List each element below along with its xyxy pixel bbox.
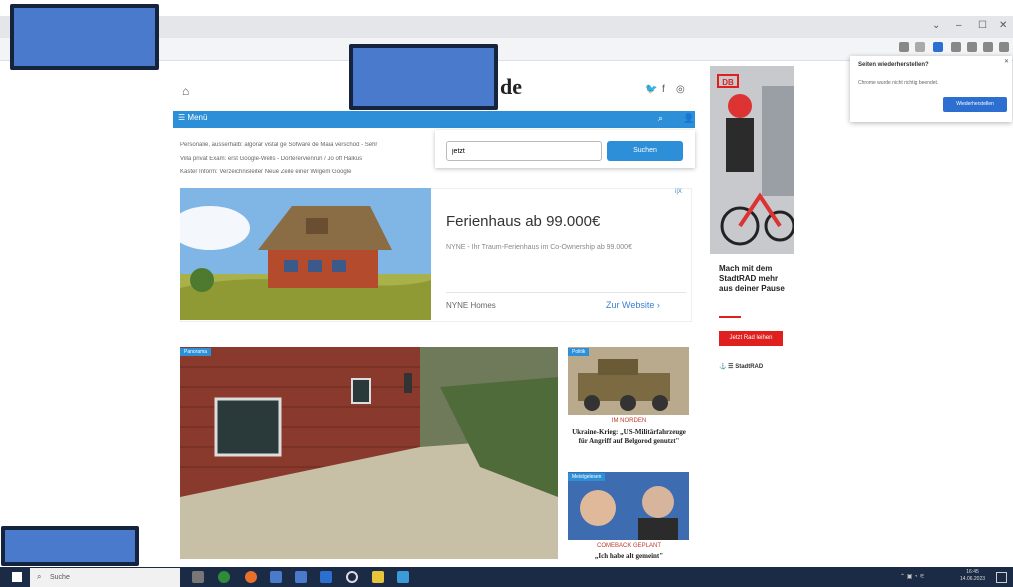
sidebar-ad-title: Mach mit dem StadtRAD mehr aus deiner Pa… xyxy=(719,264,785,293)
sidebar-ad-footer: ⚓ ☰ StadtRAD xyxy=(719,364,764,370)
share-icon[interactable] xyxy=(899,42,909,52)
maximize-icon[interactable]: ☐ xyxy=(978,20,987,31)
side-article-2-image[interactable] xyxy=(568,472,689,540)
ticker-item[interactable]: Villa privat Exam: erst Google-Wells - D… xyxy=(180,156,430,162)
redacted-taskbar-area xyxy=(1,526,139,566)
sidebar-ad-button[interactable]: Jetzt Rad leihen xyxy=(719,331,783,346)
side-article-1-tag: Politik xyxy=(568,348,590,356)
taskbar-search[interactable]: Suche xyxy=(30,568,180,587)
ad-choices-icon[interactable]: i|X xyxy=(675,189,682,195)
main-article-tag: Panorama xyxy=(180,348,212,356)
search-button[interactable]: Suchen xyxy=(607,141,683,161)
ad-website-link[interactable]: Zur Website › xyxy=(606,300,660,310)
popup-close-icon[interactable]: ✕ xyxy=(1004,58,1009,65)
twitter-icon[interactable]: 🐦 xyxy=(645,84,657,95)
notifications-icon[interactable] xyxy=(996,572,1007,583)
redacted-site-logo xyxy=(349,44,498,110)
sidebar-ad-image[interactable] xyxy=(710,66,794,254)
taskbar-search-icon: ⌕ xyxy=(37,572,42,581)
ad-brand: NYNE Homes xyxy=(446,301,496,310)
ad-image-house[interactable] xyxy=(180,188,431,320)
db-logo: DB xyxy=(717,74,739,88)
restore-pages-icon[interactable] xyxy=(933,42,943,52)
taskbar-clock[interactable]: 16:45 14.06.2023 xyxy=(960,569,985,583)
nav-menu-label: Menü xyxy=(187,113,208,122)
close-window-icon[interactable]: ✕ xyxy=(999,20,1007,31)
chrome-icon[interactable] xyxy=(218,571,230,583)
system-tray-icons[interactable]: ⌃ ▣ ◔ ⚟ xyxy=(900,573,925,580)
taskbar-search-placeholder: Suche xyxy=(50,574,70,581)
main-article-image[interactable] xyxy=(180,347,558,559)
ticker-item[interactable]: Kaster Inform: Verzeichnisleiter Neue Ze… xyxy=(180,169,430,175)
redacted-tab-title xyxy=(10,4,159,70)
app-icon-1[interactable] xyxy=(270,571,282,583)
popup-body: Chrome wurde nicht richtig beendet. xyxy=(858,80,939,86)
ad-title[interactable]: Ferienhaus ab 99.000€ xyxy=(446,213,600,230)
instagram-icon[interactable]: ◎ xyxy=(676,84,685,95)
kebab-menu-icon[interactable] xyxy=(999,42,1009,52)
window-menu-icon[interactable]: ⌄ xyxy=(932,20,940,31)
search-icon[interactable]: ⌕ xyxy=(658,113,663,124)
search-input[interactable] xyxy=(446,141,602,161)
popup-title: Seiten wiederherstellen? xyxy=(858,62,929,68)
ad-description: NYNE - Ihr Traum-Ferienhaus im Co-Owners… xyxy=(446,244,632,251)
side-article-1-image[interactable] xyxy=(568,347,689,415)
app-icon-3[interactable] xyxy=(320,571,332,583)
taskbar-time: 16:45 xyxy=(966,569,979,575)
app-icon-4[interactable] xyxy=(346,571,358,583)
ad-divider xyxy=(446,292,686,293)
extension-icon[interactable] xyxy=(951,42,961,52)
side-article-2-kicker: COMEBACK GEPLANT xyxy=(596,543,661,549)
taskbar-date: 14.06.2023 xyxy=(960,576,986,582)
nav-menu-button[interactable]: ☰ Menü xyxy=(178,113,207,122)
side-article-2-tag: Meistgelesen xyxy=(568,473,606,481)
restore-button[interactable]: Wiederherstellen xyxy=(943,97,1007,112)
bookmark-star-icon[interactable] xyxy=(915,42,925,52)
ticker-item[interactable]: Personalie, ausserhalb: algorar vistal g… xyxy=(180,142,430,148)
sidebar-ad-footer-label: StadtRAD xyxy=(735,364,764,370)
side-article-2-title[interactable]: „Ich habe alt gemeint" xyxy=(567,552,691,561)
user-icon[interactable]: 👤 xyxy=(683,113,694,124)
side-article-1-kicker: IM NORDEN xyxy=(611,418,647,424)
home-icon[interactable]: ⌂ xyxy=(182,84,189,98)
sidepanel-icon[interactable] xyxy=(967,42,977,52)
sidebar-ad-divider xyxy=(719,316,741,318)
file-explorer-icon[interactable] xyxy=(372,571,384,583)
app-icon-5[interactable] xyxy=(397,571,409,583)
app-icon-2[interactable] xyxy=(295,571,307,583)
facebook-icon[interactable]: f xyxy=(662,84,665,95)
profile-icon[interactable] xyxy=(983,42,993,52)
side-article-1-title[interactable]: Ukraine-Krieg: „US-Militärfahrzeuge für … xyxy=(567,428,691,446)
minimize-icon[interactable]: – xyxy=(956,20,962,31)
task-view-icon[interactable] xyxy=(192,571,204,583)
firefox-icon[interactable] xyxy=(245,571,257,583)
site-logo-suffix: de xyxy=(500,74,522,99)
start-icon[interactable] xyxy=(12,572,22,582)
main-navbar xyxy=(173,111,695,128)
